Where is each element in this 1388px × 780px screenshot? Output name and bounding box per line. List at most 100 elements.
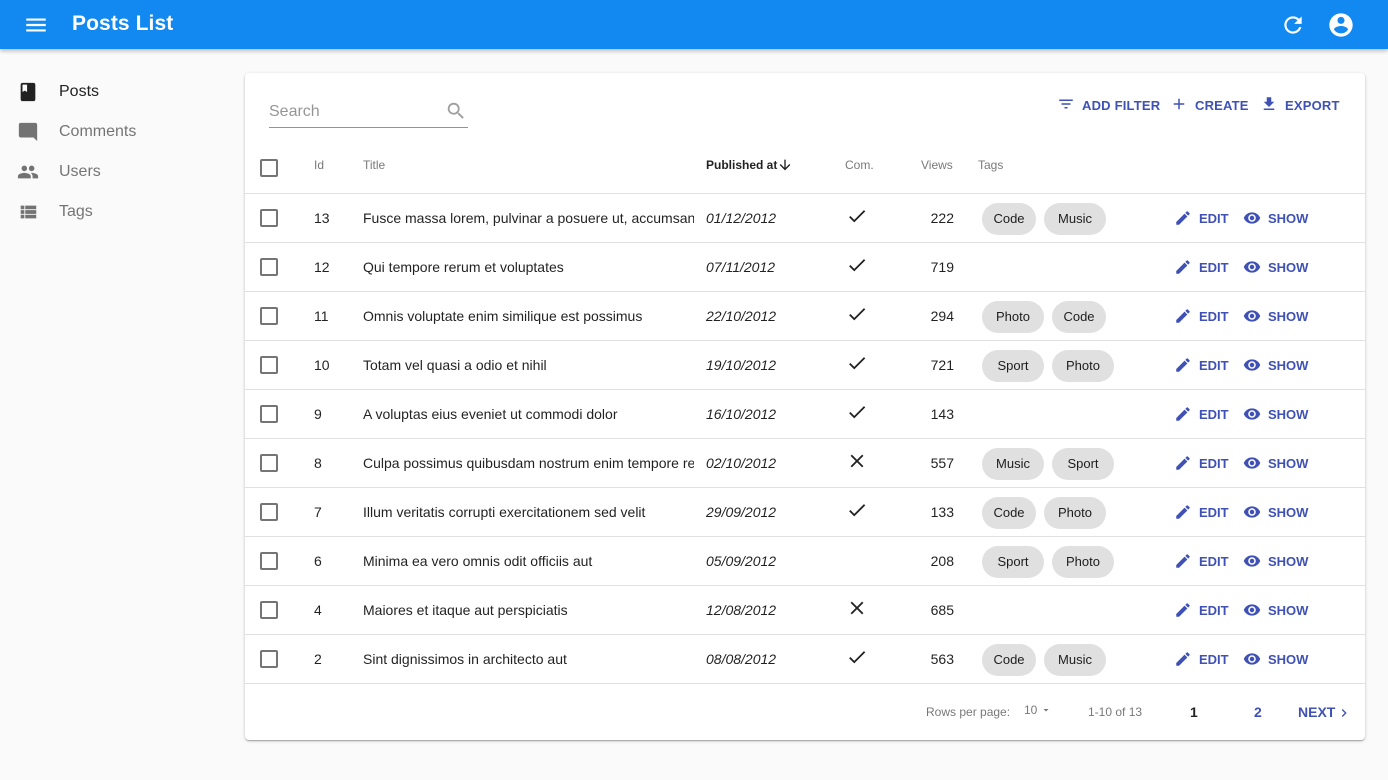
edit-button[interactable]: EDIT <box>1174 405 1234 425</box>
sidebar-item-comments[interactable]: Comments <box>0 112 240 152</box>
edit-button-label: EDIT <box>1199 358 1229 373</box>
table-row[interactable]: 7 Illum veritatis corrupti exercitationem… <box>245 488 1365 537</box>
header-commentable[interactable]: Com. <box>845 158 874 172</box>
show-button[interactable]: SHOW <box>1243 209 1313 229</box>
table-row[interactable]: 9 A voluptas eius eveniet ut commodi dolo… <box>245 390 1365 439</box>
create-button[interactable]: CREATE <box>1170 95 1250 117</box>
pencil-icon <box>1176 407 1190 421</box>
header-title[interactable]: Title <box>363 158 385 172</box>
edit-button[interactable]: EDIT <box>1174 454 1234 474</box>
tag-chip[interactable]: Sport <box>982 546 1044 578</box>
row-checkbox[interactable] <box>260 601 278 619</box>
select-all-checkbox[interactable] <box>260 159 278 177</box>
edit-button[interactable]: EDIT <box>1174 503 1234 523</box>
app-bar: Posts List <box>0 0 1388 49</box>
tag-chip[interactable]: Code <box>982 644 1036 676</box>
pencil-icon <box>1176 260 1190 274</box>
tag-chip[interactable]: Sport <box>1052 448 1114 480</box>
tag-chip[interactable]: Photo <box>982 301 1044 333</box>
next-page-button[interactable]: NEXT <box>1298 704 1354 722</box>
search-icon[interactable] <box>445 100 467 122</box>
show-button[interactable]: SHOW <box>1243 356 1313 376</box>
header-id[interactable]: Id <box>314 158 324 172</box>
edit-button-label: EDIT <box>1199 652 1229 667</box>
show-button[interactable]: SHOW <box>1243 405 1313 425</box>
row-checkbox[interactable] <box>260 356 278 374</box>
show-button[interactable]: SHOW <box>1243 552 1313 572</box>
row-checkbox[interactable] <box>260 454 278 472</box>
row-checkbox[interactable] <box>260 209 278 227</box>
row-published-at: 19/10/2012 <box>706 357 777 373</box>
show-button[interactable]: SHOW <box>1243 454 1313 474</box>
menu-icon[interactable] <box>22 12 50 38</box>
eye-icon <box>1243 506 1261 518</box>
table-row[interactable]: 4 Maiores et itaque aut perspiciatis 12/08… <box>245 586 1365 635</box>
header-published-at-label: Published at <box>706 158 778 172</box>
sidebar-item-users[interactable]: Users <box>0 152 240 192</box>
show-button[interactable]: SHOW <box>1243 650 1313 670</box>
table-row[interactable]: 8 Culpa possimus quibusdam nostrum enim t… <box>245 439 1365 488</box>
sidebar-item-tags[interactable]: Tags <box>0 192 240 232</box>
page-2-button[interactable]: 2 <box>1254 704 1262 720</box>
edit-button[interactable]: EDIT <box>1174 601 1234 621</box>
export-button[interactable]: EXPORT <box>1260 95 1340 117</box>
account-icon[interactable] <box>1327 11 1355 39</box>
table-row[interactable]: 11 Omnis voluptate enim similique est pos… <box>245 292 1365 341</box>
row-checkbox[interactable] <box>260 405 278 423</box>
header-published-at[interactable]: Published at <box>706 158 791 172</box>
tag-chip[interactable]: Photo <box>1044 497 1106 529</box>
edit-button[interactable]: EDIT <box>1174 209 1234 229</box>
row-title: Fusce massa lorem, pulvinar a posuere ut… <box>363 210 694 226</box>
tag-chip[interactable]: Code <box>982 203 1036 235</box>
row-published-at: 08/08/2012 <box>706 651 777 667</box>
show-button-label: SHOW <box>1268 456 1309 471</box>
eye-icon <box>1243 457 1261 469</box>
edit-button[interactable]: EDIT <box>1174 258 1234 278</box>
row-title: Culpa possimus quibusdam nostrum enim te… <box>363 455 694 471</box>
pencil-icon <box>1176 211 1190 225</box>
tag-chip[interactable]: Code <box>982 497 1036 529</box>
edit-button[interactable]: EDIT <box>1174 307 1234 327</box>
header-views[interactable]: Views <box>921 158 953 172</box>
show-button[interactable]: SHOW <box>1243 307 1313 327</box>
tag-chip[interactable]: Music <box>1044 203 1106 235</box>
add-filter-button[interactable]: ADD FILTER <box>1057 95 1169 117</box>
edit-button[interactable]: EDIT <box>1174 552 1234 572</box>
show-button[interactable]: SHOW <box>1243 503 1313 523</box>
rows-per-page-select[interactable]: 10 <box>1024 703 1052 721</box>
pagination: Rows per page: 10 1-10 of 13 1 2 NEXT <box>245 685 1365 740</box>
table-row[interactable]: 13 Fusce massa lorem, pulvinar a posuere … <box>245 194 1365 243</box>
row-checkbox[interactable] <box>260 307 278 325</box>
row-checkbox[interactable] <box>260 650 278 668</box>
edit-button[interactable]: EDIT <box>1174 650 1234 670</box>
tag-chip[interactable]: Photo <box>1052 350 1114 382</box>
tag-chip[interactable]: Photo <box>1052 546 1114 578</box>
row-published-at: 29/09/2012 <box>706 504 777 520</box>
row-checkbox[interactable] <box>260 552 278 570</box>
row-checkbox[interactable] <box>260 258 278 276</box>
show-button-label: SHOW <box>1268 652 1309 667</box>
pencil-icon <box>1176 505 1190 519</box>
table-row[interactable]: 2 Sint dignissimos in architecto aut 08/08… <box>245 635 1365 684</box>
page-1-button[interactable]: 1 <box>1190 704 1198 720</box>
edit-button[interactable]: EDIT <box>1174 356 1234 376</box>
page-range: 1-10 of 13 <box>1088 705 1143 719</box>
refresh-icon[interactable] <box>1280 12 1306 38</box>
show-button[interactable]: SHOW <box>1243 601 1313 621</box>
row-id: 9 <box>314 406 322 422</box>
search-input[interactable] <box>269 99 439 125</box>
people-icon <box>17 161 39 183</box>
row-published-at: 12/08/2012 <box>706 602 777 618</box>
tag-chip[interactable]: Code <box>1052 301 1106 333</box>
eye-icon <box>1243 408 1261 420</box>
tag-chip[interactable]: Sport <box>982 350 1044 382</box>
row-checkbox[interactable] <box>260 503 278 521</box>
tag-chip[interactable]: Music <box>1044 644 1106 676</box>
table-row[interactable]: 12 Qui tempore rerum et voluptates 07/11/2… <box>245 243 1365 292</box>
table-row[interactable]: 6 Minima ea vero omnis odit officiis aut 0… <box>245 537 1365 586</box>
row-id: 8 <box>314 455 322 471</box>
tag-chip[interactable]: Music <box>982 448 1044 480</box>
table-row[interactable]: 10 Totam vel quasi a odio et nihil 19/10/2… <box>245 341 1365 390</box>
show-button[interactable]: SHOW <box>1243 258 1313 278</box>
sidebar-item-posts[interactable]: Posts <box>0 72 240 112</box>
